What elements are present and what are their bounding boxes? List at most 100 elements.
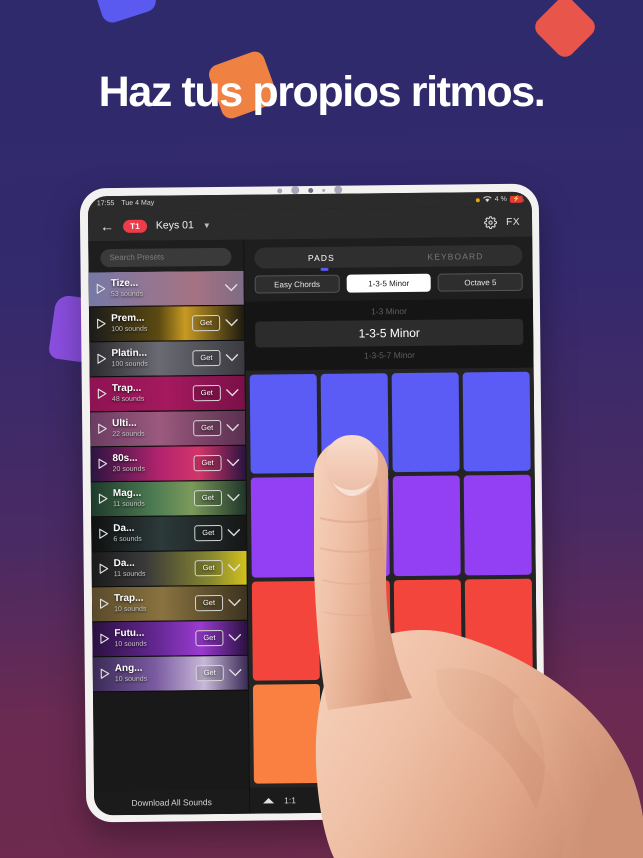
tempo-ratio-label: 1:1 — [284, 795, 296, 806]
pad-5[interactable] — [250, 477, 319, 578]
get-pack-button[interactable]: Get — [193, 489, 223, 506]
mode-toggle[interactable]: PADS KEYBOARD — [254, 244, 523, 271]
pad-14[interactable] — [323, 682, 392, 783]
status-date: Tue 4 May — [121, 199, 155, 207]
tab-pads[interactable]: PADS — [254, 252, 388, 263]
track-badge[interactable]: T1 — [123, 219, 147, 233]
easy-chords-button[interactable]: Easy Chords — [254, 274, 340, 294]
octave-button[interactable]: Octave 5 — [437, 272, 523, 292]
pad-3[interactable] — [391, 372, 460, 473]
pack-row[interactable]: Da... 6 sounds Get — [91, 515, 247, 552]
pack-name: 80s... — [112, 453, 138, 465]
pack-row[interactable]: Prem... 100 sounds Get — [88, 305, 245, 342]
pack-row[interactable]: Da... 11 sounds Get — [91, 550, 247, 587]
pack-name: Trap... — [111, 383, 142, 395]
get-pack-button[interactable]: Get — [194, 524, 223, 541]
get-pack-button[interactable]: Get — [192, 384, 221, 401]
play-icon[interactable] — [96, 283, 106, 294]
get-pack-button[interactable]: Get — [193, 419, 222, 436]
pad-13[interactable] — [252, 683, 321, 784]
get-pack-button[interactable]: Get — [194, 594, 224, 611]
chevron-down-icon[interactable] — [228, 598, 241, 606]
pack-row[interactable]: Trap... 10 sounds Get — [91, 585, 248, 622]
pack-row[interactable]: Platin... 100 sounds Get — [89, 340, 245, 377]
pack-name: Platin... — [111, 347, 148, 360]
get-pack-button[interactable]: Get — [195, 664, 224, 681]
get-pack-button[interactable]: Get — [195, 629, 224, 646]
download-all-sounds-button[interactable]: Download All Sounds — [94, 789, 250, 816]
get-pack-button[interactable]: Get — [191, 314, 221, 331]
pack-row[interactable]: Ang... 10 sounds Get — [92, 655, 248, 692]
sensor-dot — [321, 188, 325, 192]
preset-name-label[interactable]: Keys 01 — [156, 219, 194, 231]
arrow-left-icon[interactable]: ← — [100, 218, 114, 234]
tablet-screen: 17:55 Tue 4 May 4 % ⚡ ← T1 Keys 01 ▼ FX … — [87, 191, 539, 816]
chevron-down-icon[interactable] — [226, 423, 239, 431]
pad-2[interactable] — [320, 373, 389, 474]
pack-sound-count: 11 sounds — [113, 570, 146, 578]
pad-12[interactable] — [464, 578, 533, 679]
pack-panel: Tize...53 soundsPrem...100 soundsGetPlat… — [88, 239, 251, 816]
pad-1[interactable] — [249, 373, 318, 474]
pad-15[interactable] — [394, 682, 463, 783]
play-icon[interactable] — [98, 528, 108, 539]
pad-10[interactable] — [322, 579, 391, 680]
pack-row[interactable]: Ulti... 22 sounds Get — [90, 410, 246, 447]
get-pack-button[interactable]: Get — [192, 349, 221, 366]
fx-button[interactable]: FX — [506, 216, 520, 227]
pad-4[interactable] — [462, 371, 531, 472]
play-icon[interactable] — [97, 423, 107, 434]
app-body: Tize...53 soundsPrem...100 soundsGetPlat… — [88, 236, 539, 816]
play-icon[interactable] — [513, 791, 526, 805]
get-pack-button[interactable]: Get — [194, 559, 223, 576]
chevron-down-icon[interactable] — [229, 668, 242, 676]
play-icon[interactable] — [98, 493, 108, 504]
chord-option-below[interactable]: 1-3-5-7 Minor — [255, 347, 523, 364]
pad-grid[interactable] — [245, 367, 538, 788]
play-icon[interactable] — [98, 458, 108, 469]
play-icon[interactable] — [99, 633, 109, 644]
pack-text: Trap... 48 sounds — [112, 383, 188, 404]
play-icon[interactable] — [96, 318, 106, 329]
pack-row[interactable]: Mag... 11 sounds Get — [90, 480, 247, 517]
chevron-up-icon[interactable] — [262, 796, 275, 804]
chevron-down-icon[interactable] — [225, 353, 239, 361]
chevron-down-icon[interactable] — [225, 283, 238, 291]
chevron-down-icon[interactable] — [227, 493, 240, 501]
pad-7[interactable] — [392, 475, 461, 576]
pad-8[interactable] — [463, 474, 532, 575]
get-pack-button[interactable]: Get — [193, 454, 222, 471]
pack-row[interactable]: Futu... 10 sounds Get — [92, 620, 248, 657]
pad-9[interactable] — [251, 580, 320, 681]
chevron-down-icon[interactable] — [227, 528, 240, 536]
app-header: ← T1 Keys 01 ▼ FX — [87, 206, 533, 242]
pack-row[interactable]: 80s... 20 sounds Get — [90, 445, 246, 482]
pack-row[interactable]: Trap... 48 sounds Get — [89, 375, 246, 412]
chevron-down-icon[interactable] — [226, 458, 240, 466]
gear-icon[interactable] — [484, 215, 498, 229]
chord-option-selected[interactable]: 1-3-5 Minor — [255, 318, 524, 348]
chord-type-button[interactable]: 1-3-5 Minor — [346, 273, 432, 293]
battery-charging-icon: ⚡ — [509, 195, 523, 203]
chevron-down-icon[interactable] — [228, 633, 242, 641]
pack-sound-count: 10 sounds — [114, 675, 148, 683]
recording-dot-icon — [475, 197, 480, 202]
chevron-down-icon[interactable] — [227, 563, 241, 571]
pack-list[interactable]: Tize... 53 sounds Prem... 100 sounds Get Plat… — [88, 270, 249, 791]
play-icon[interactable] — [99, 563, 109, 574]
search-input[interactable] — [100, 247, 232, 267]
play-icon[interactable] — [99, 598, 109, 609]
chord-picker[interactable]: 1-3 Minor 1-3-5 Minor 1-3-5-7 Minor — [244, 298, 534, 371]
pad-6[interactable] — [321, 476, 390, 577]
play-icon[interactable] — [100, 668, 110, 679]
chevron-down-icon[interactable] — [226, 388, 239, 396]
chevron-down-icon[interactable]: ▼ — [203, 221, 211, 230]
pack-row[interactable]: Tize... 53 sounds — [88, 270, 244, 307]
play-icon[interactable] — [96, 353, 107, 364]
chord-option-above[interactable]: 1-3 Minor — [255, 303, 523, 320]
pad-11[interactable] — [393, 578, 462, 679]
play-icon[interactable] — [97, 388, 107, 399]
chevron-down-icon[interactable] — [225, 318, 238, 326]
tab-keyboard[interactable]: KEYBOARD — [388, 250, 522, 262]
pad-16[interactable] — [465, 681, 534, 782]
